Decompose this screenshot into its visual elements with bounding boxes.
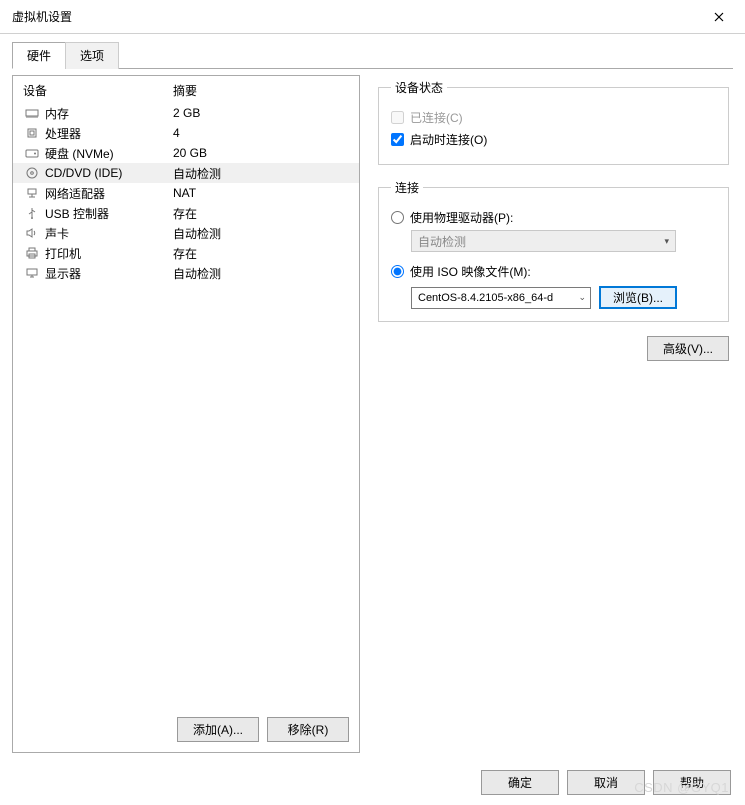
device-name: 显示器	[45, 265, 173, 282]
device-name: USB 控制器	[45, 205, 173, 222]
device-name: 内存	[45, 105, 173, 122]
connect-on-start-row[interactable]: 启动时连接(O)	[391, 130, 716, 148]
disk-icon	[23, 146, 41, 160]
col-summary: 摘要	[173, 82, 349, 99]
connected-row: 已连接(C)	[391, 108, 716, 126]
physical-drive-value: 自动检测	[418, 233, 466, 250]
device-summary: 2 GB	[173, 106, 353, 120]
connect-on-start-label: 启动时连接(O)	[410, 131, 487, 148]
dialog-footer: 确定 取消 帮助	[481, 770, 731, 795]
device-status-group: 设备状态 已连接(C) 启动时连接(O)	[378, 79, 729, 165]
device-name: 打印机	[45, 245, 173, 262]
device-summary: NAT	[173, 186, 353, 200]
device-row[interactable]: 显示器自动检测	[13, 263, 359, 283]
use-physical-label: 使用物理驱动器(P):	[410, 209, 513, 226]
memory-icon	[23, 106, 41, 120]
device-row[interactable]: CD/DVD (IDE)自动检测	[13, 163, 359, 183]
use-iso-radio[interactable]	[391, 265, 404, 278]
close-button[interactable]	[705, 5, 733, 29]
use-iso-row[interactable]: 使用 ISO 映像文件(M):	[391, 262, 716, 280]
tab-hardware[interactable]: 硬件	[12, 42, 66, 69]
content-row: 设备 摘要 内存2 GB处理器4硬盘 (NVMe)20 GBCD/DVD (ID…	[12, 75, 733, 753]
device-name: 硬盘 (NVMe)	[45, 145, 173, 162]
usb-icon	[23, 206, 41, 220]
use-physical-row[interactable]: 使用物理驱动器(P):	[391, 208, 716, 226]
device-summary: 4	[173, 126, 353, 140]
tab-strip: 硬件 选项	[12, 42, 733, 69]
iso-row: CentOS-8.4.2105-x86_64-d ⌄ 浏览(B)...	[411, 286, 716, 309]
printer-icon	[23, 246, 41, 260]
connected-label: 已连接(C)	[410, 109, 463, 126]
device-name: 处理器	[45, 125, 173, 142]
tab-underline	[12, 68, 733, 69]
iso-file-combo[interactable]: CentOS-8.4.2105-x86_64-d ⌄	[411, 287, 591, 309]
window-title: 虚拟机设置	[12, 8, 72, 25]
iso-file-value: CentOS-8.4.2105-x86_64-d	[418, 292, 553, 304]
advanced-row: 高级(V)...	[378, 336, 729, 361]
device-row[interactable]: 声卡自动检测	[13, 223, 359, 243]
device-name: 网络适配器	[45, 185, 173, 202]
device-summary: 自动检测	[173, 265, 353, 282]
advanced-button[interactable]: 高级(V)...	[647, 336, 729, 361]
device-list[interactable]: 内存2 GB处理器4硬盘 (NVMe)20 GBCD/DVD (IDE)自动检测…	[13, 103, 359, 283]
device-row[interactable]: 网络适配器NAT	[13, 183, 359, 203]
device-row[interactable]: 内存2 GB	[13, 103, 359, 123]
help-button[interactable]: 帮助	[653, 770, 731, 795]
connection-group: 连接 使用物理驱动器(P): 自动检测 ▾ 使用 ISO 映像文件(M):	[378, 179, 729, 322]
add-button[interactable]: 添加(A)...	[177, 717, 259, 742]
device-summary: 20 GB	[173, 146, 353, 160]
device-name: CD/DVD (IDE)	[45, 166, 173, 180]
device-buttons: 添加(A)... 移除(R)	[13, 717, 349, 742]
device-status-legend: 设备状态	[391, 79, 447, 96]
browse-button[interactable]: 浏览(B)...	[599, 286, 677, 309]
device-row[interactable]: 硬盘 (NVMe)20 GB	[13, 143, 359, 163]
sound-icon	[23, 226, 41, 240]
connected-checkbox	[391, 111, 404, 124]
close-icon	[714, 12, 724, 22]
use-iso-label: 使用 ISO 映像文件(M):	[410, 263, 531, 280]
tab-options[interactable]: 选项	[65, 42, 119, 69]
cd-icon	[23, 166, 41, 180]
ok-button[interactable]: 确定	[481, 770, 559, 795]
device-header: 设备 摘要	[13, 76, 359, 103]
connection-legend: 连接	[391, 179, 423, 196]
titlebar: 虚拟机设置	[0, 0, 745, 34]
remove-button[interactable]: 移除(R)	[267, 717, 349, 742]
settings-panel: 设备状态 已连接(C) 启动时连接(O) 连接 使用物理驱动器(P):	[374, 75, 733, 753]
device-panel: 设备 摘要 内存2 GB处理器4硬盘 (NVMe)20 GBCD/DVD (ID…	[12, 75, 360, 753]
device-summary: 自动检测	[173, 225, 353, 242]
col-device: 设备	[23, 82, 173, 99]
display-icon	[23, 266, 41, 280]
device-row[interactable]: 处理器4	[13, 123, 359, 143]
device-summary: 自动检测	[173, 165, 353, 182]
use-physical-radio[interactable]	[391, 211, 404, 224]
device-summary: 存在	[173, 245, 353, 262]
physical-drive-select: 自动检测 ▾	[411, 230, 676, 252]
cancel-button[interactable]: 取消	[567, 770, 645, 795]
cpu-icon	[23, 126, 41, 140]
physical-drive-block: 自动检测 ▾	[411, 230, 716, 252]
chevron-down-icon: ▾	[664, 236, 669, 247]
connect-on-start-checkbox[interactable]	[391, 133, 404, 146]
device-summary: 存在	[173, 205, 353, 222]
network-icon	[23, 186, 41, 200]
device-row[interactable]: 打印机存在	[13, 243, 359, 263]
chevron-down-icon: ⌄	[578, 292, 586, 303]
dialog-body: 硬件 选项 设备 摘要 内存2 GB处理器4硬盘 (NVMe)20 GBCD/D…	[0, 34, 745, 765]
device-name: 声卡	[45, 225, 173, 242]
device-row[interactable]: USB 控制器存在	[13, 203, 359, 223]
